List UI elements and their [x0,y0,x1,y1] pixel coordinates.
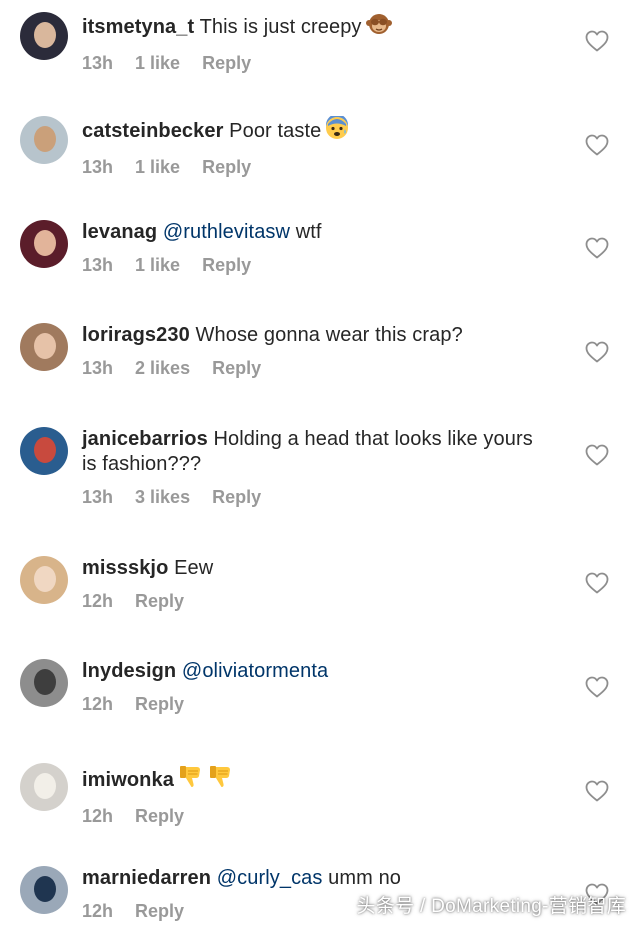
avatar-face [34,773,56,799]
like-heart-icon[interactable] [585,237,609,259]
reply-button[interactable]: Reply [212,358,261,378]
avatar[interactable] [20,427,68,475]
see-no-evil-monkey-icon [365,12,392,43]
timestamp: 13h [82,487,114,507]
avatar[interactable] [20,556,68,604]
comment-text-line: janicebarrios Holding a head that looks … [82,427,542,477]
timestamp: 13h [82,255,114,275]
username-link[interactable]: imiwonka [82,769,174,791]
comment-text: Poor taste [229,120,322,142]
reply-button[interactable]: Reply [135,694,184,714]
avatar-face [34,126,56,152]
like-heart-icon[interactable] [585,676,609,698]
comment-text: Eew [174,557,214,579]
avatar-face [34,333,56,359]
comment-meta: 13h 1 like Reply [82,157,542,178]
username-link[interactable]: lnydesign [82,660,176,682]
timestamp: 12h [82,694,114,714]
avatar-face [34,566,56,592]
comment-body: catsteinbecker Poor taste 13h 1 like Reply [82,114,542,178]
timestamp: 12h [82,901,114,921]
reply-button[interactable]: Reply [202,157,251,177]
comment-text: Whose gonna wear this crap? [195,324,463,346]
comment-body: imiwonka 12h Reply [82,763,542,827]
avatar[interactable] [20,116,68,164]
comment-body: lorirags230 Whose gonna wear this crap? 1… [82,323,542,379]
avatar[interactable] [20,323,68,371]
comment-text-line: lnydesign @oliviatormenta [82,659,542,684]
comment-text-line: missskjo Eew [82,556,542,581]
username-link[interactable]: levanag [82,221,157,243]
comment-meta: 12h Reply [82,591,542,612]
mention-link[interactable]: @curly_cas [217,867,323,889]
comment-meta: 12h Reply [82,694,542,715]
timestamp: 12h [82,806,114,826]
reply-button[interactable]: Reply [135,901,184,921]
likes-count[interactable]: 1 like [135,157,180,177]
comment-text: wtf [295,221,322,243]
comment-body: levanag @ruthlevitasw wtf 13h 1 like Reply [82,220,542,276]
comment-text-line: lorirags230 Whose gonna wear this crap? [82,323,542,348]
like-heart-icon[interactable] [585,572,609,594]
like-heart-icon[interactable] [585,134,609,156]
likes-count[interactable]: 3 likes [135,487,190,507]
like-heart-icon[interactable] [585,780,609,802]
reply-button[interactable]: Reply [135,591,184,611]
avatar[interactable] [20,866,68,914]
anxious-face-icon [325,114,349,147]
comment-body: janicebarrios Holding a head that looks … [82,427,542,508]
thumbs-down-icon [208,763,234,796]
comment-text-line: imiwonka [82,763,542,796]
mention-link[interactable]: @ruthlevitasw [163,221,290,243]
thumbs-down-icon [178,763,204,796]
likes-count[interactable]: 1 like [135,255,180,275]
comment-text-line: catsteinbecker Poor taste [82,114,542,147]
comment-body: itsmetyna_t This is just creepy 13h 1 like… [82,12,542,74]
like-heart-icon[interactable] [585,444,609,466]
timestamp: 12h [82,591,114,611]
avatar[interactable] [20,220,68,268]
comment-text: umm no [328,867,402,889]
avatar-face [34,22,56,48]
watermark: 头条号 / DoMarketing-营销智库 [356,896,626,917]
username-link[interactable]: itsmetyna_t [82,16,194,38]
avatar-face [34,876,56,902]
username-link[interactable]: lorirags230 [82,324,190,346]
reply-button[interactable]: Reply [202,53,251,73]
reply-button[interactable]: Reply [202,255,251,275]
likes-count[interactable]: 2 likes [135,358,190,378]
comment-meta: 13h 3 likes Reply [82,487,542,508]
comment-list: itsmetyna_t This is just creepy 13h 1 like… [0,0,640,928]
username-link[interactable]: catsteinbecker [82,120,223,142]
mention-link[interactable]: @oliviatormenta [182,660,328,682]
avatar-face [34,437,56,463]
comment-body: missskjo Eew 12h Reply [82,556,542,612]
avatar[interactable] [20,763,68,811]
comment-text: This is just creepy [199,16,362,38]
username-link[interactable]: missskjo [82,557,168,579]
like-heart-icon[interactable] [585,341,609,363]
reply-button[interactable]: Reply [135,806,184,826]
avatar-face [34,230,56,256]
username-link[interactable]: marniedarren [82,867,211,889]
timestamp: 13h [82,358,114,378]
avatar[interactable] [20,12,68,60]
reply-button[interactable]: Reply [212,487,261,507]
comment-meta: 13h 1 like Reply [82,53,542,74]
avatar-face [34,669,56,695]
comment-meta: 13h 2 likes Reply [82,358,542,379]
comment-meta: 13h 1 like Reply [82,255,542,276]
comment-text-line: itsmetyna_t This is just creepy [82,12,542,43]
username-link[interactable]: janicebarrios [82,428,208,450]
avatar[interactable] [20,659,68,707]
like-heart-icon[interactable] [585,30,609,52]
comment-text-line: marniedarren @curly_cas umm no [82,866,542,891]
comment-meta: 12h Reply [82,806,542,827]
timestamp: 13h [82,157,114,177]
comment-text-line: levanag @ruthlevitasw wtf [82,220,542,245]
likes-count[interactable]: 1 like [135,53,180,73]
timestamp: 13h [82,53,114,73]
comment-body: lnydesign @oliviatormenta 12h Reply [82,659,542,715]
